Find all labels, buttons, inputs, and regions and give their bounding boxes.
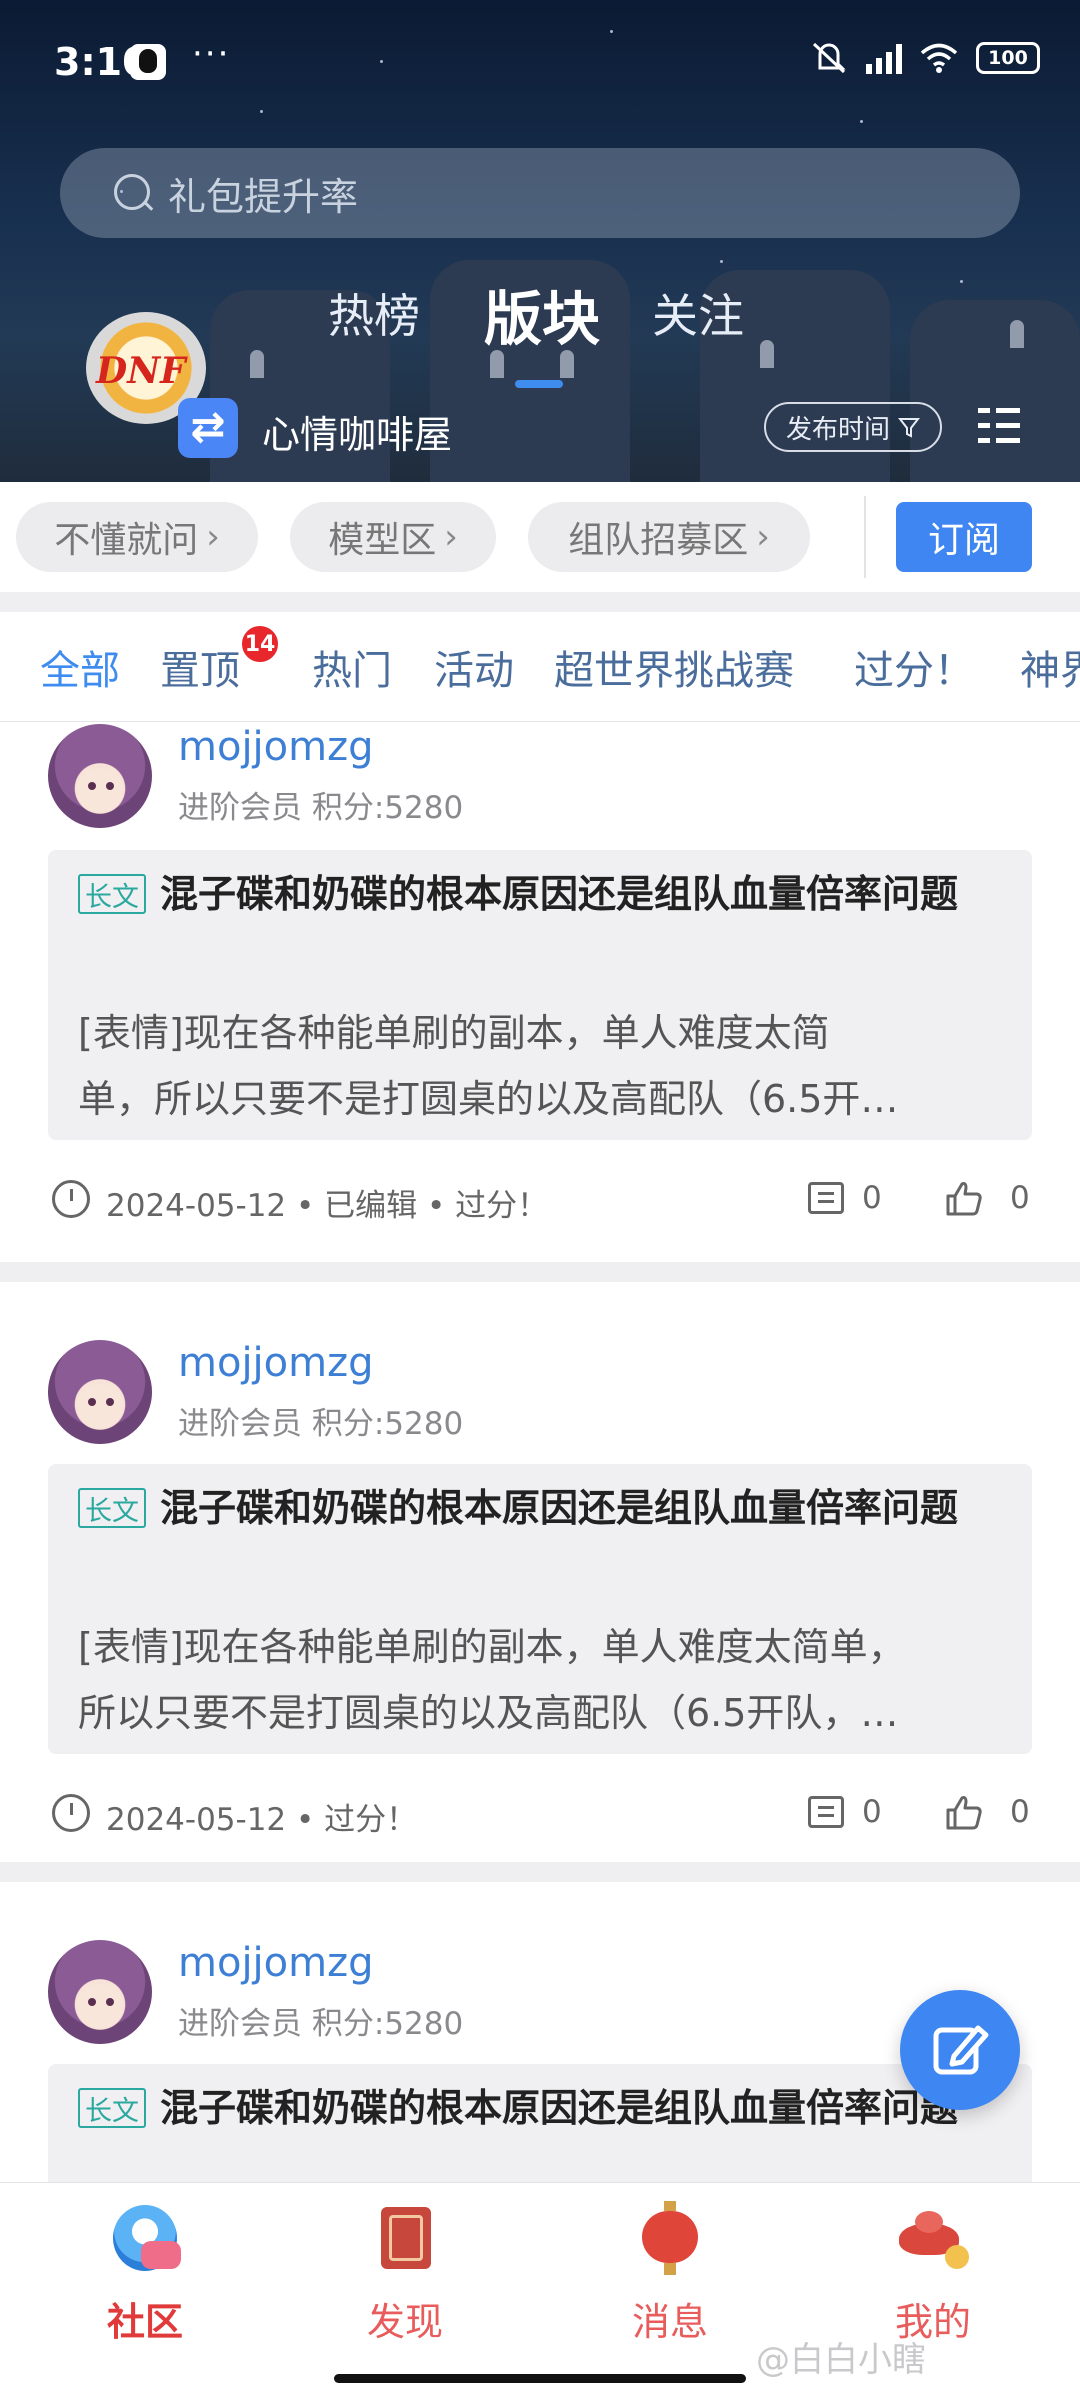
user-meta: 进阶会员 积分:5280 (178, 1406, 464, 1442)
sort-label: 发布时间 (785, 414, 890, 445)
comment-icon[interactable] (808, 1796, 844, 1828)
post-card[interactable]: mojjomzg 进阶会员 积分:5280 长文 混子碟和奶碟的根本原因还是组队… (0, 1282, 1080, 1862)
pinned-count-badge: 14 (240, 624, 280, 664)
comment-icon[interactable] (808, 1182, 844, 1214)
comment-count: 0 (862, 1180, 882, 1216)
like-icon[interactable] (944, 1178, 984, 1218)
like-icon[interactable] (944, 1792, 984, 1832)
comment-count: 0 (862, 1794, 882, 1830)
post-footer: 2024-05-12 • 已编辑 • 过分！ 0 0 (48, 1168, 1032, 1228)
post-content[interactable]: 长文 混子碟和奶碟的根本原因还是组队血量倍率问题 [表情]现在各种能单刷的副本，… (48, 850, 1032, 1140)
chevron-right-icon: › (444, 517, 458, 557)
username[interactable]: mojjomzg (178, 1940, 374, 1986)
qq-notification-icon (130, 44, 166, 80)
list-layout-icon[interactable] (978, 406, 1020, 446)
gold-ingot-icon (895, 2201, 971, 2277)
category-tabs: 全部 置顶 14 热门 活动 超世界挑战赛 过分！ 神界 (0, 612, 1080, 722)
tab-hot[interactable]: 热榜 (328, 280, 420, 346)
active-tab-indicator (515, 380, 563, 388)
post-date-info: 2024-05-12 • 已编辑 • 过分！ (106, 1188, 549, 1224)
sort-by-time-button[interactable]: 发布时间 (764, 402, 942, 452)
post-card[interactable]: mojjomzg 进阶会员 积分:5280 长文 混子碟和奶碟的根本原因还是组队… (0, 722, 1080, 1262)
battery-icon: 100 (976, 42, 1040, 74)
community-mascot-icon (107, 2201, 183, 2277)
like-count: 0 (1010, 1794, 1030, 1830)
switch-board-icon[interactable]: ⇄ (178, 398, 238, 458)
status-bar: 3:10 ··· 100 (0, 0, 1080, 130)
category-hot[interactable]: 热门 (312, 638, 392, 696)
subscribe-button[interactable]: 订阅 (896, 502, 1032, 572)
clock-icon (52, 1180, 90, 1218)
divider (864, 496, 866, 578)
chevron-right-icon: › (756, 517, 770, 557)
mute-icon (812, 42, 846, 74)
user-meta: 进阶会员 积分:5280 (178, 790, 464, 826)
user-meta: 进阶会员 积分:5280 (178, 2006, 464, 2042)
chevron-right-icon: › (206, 517, 220, 557)
wifi-icon (920, 43, 958, 73)
search-placeholder: 礼包提升率 (168, 174, 359, 219)
search-bar[interactable]: 礼包提升率 (60, 148, 1020, 238)
avatar[interactable] (48, 1340, 152, 1444)
filter-icon (898, 418, 920, 438)
search-icon (112, 172, 154, 214)
post-title: 混子碟和奶碟的根本原因还是组队血量倍率问题 (160, 1486, 959, 1530)
board-name: 心情咖啡屋 (262, 413, 453, 457)
post-content[interactable]: 长文 混子碟和奶碟的根本原因还是组队血量倍率问题 (48, 2064, 1032, 2182)
post-title: 混子碟和奶碟的根本原因还是组队血量倍率问题 (160, 872, 959, 916)
avatar[interactable] (48, 1940, 152, 2044)
post-excerpt: [表情]现在各种能单刷的副本，单人难度太简单， 所以只要不是打圆桌的以及高配队（… (78, 1625, 906, 1735)
nav-discover[interactable]: 发现 (305, 2201, 505, 2346)
clock-icon (52, 1794, 90, 1832)
category-pinned[interactable]: 置顶 (160, 638, 240, 696)
category-challenge[interactable]: 超世界挑战赛 (554, 638, 794, 696)
category-too-much[interactable]: 过分！ (854, 638, 974, 696)
post-excerpt: [表情]现在各种能单刷的副本，单人难度太简 单，所以只要不是打圆桌的以及高配队（… (78, 1011, 899, 1121)
quick-link-models[interactable]: 模型区 › (290, 502, 496, 572)
nav-profile[interactable]: 我的 (833, 2201, 1033, 2346)
tab-boards[interactable]: 版块 (484, 272, 600, 356)
tab-following[interactable]: 关注 (652, 280, 744, 346)
post-feed: mojjomzg 进阶会员 积分:5280 长文 混子碟和奶碟的根本原因还是组队… (0, 722, 1080, 2182)
home-indicator[interactable] (334, 2374, 746, 2383)
like-count: 0 (1010, 1180, 1030, 1216)
compose-post-button[interactable] (900, 1990, 1020, 2110)
nav-messages[interactable]: 消息 (570, 2201, 770, 2346)
post-title: 混子碟和奶碟的根本原因还是组队血量倍率问题 (160, 2086, 959, 2130)
quick-link-questions[interactable]: 不懂就问 › (16, 502, 258, 572)
category-events[interactable]: 活动 (434, 638, 514, 696)
post-content[interactable]: 长文 混子碟和奶碟的根本原因还是组队血量倍率问题 [表情]现在各种能单刷的副本，… (48, 1464, 1032, 1754)
category-divine[interactable]: 神界 (1020, 638, 1080, 696)
avatar[interactable] (48, 724, 152, 828)
username[interactable]: mojjomzg (178, 1340, 374, 1386)
signal-icon (866, 42, 902, 74)
lantern-icon (632, 2201, 708, 2277)
post-date-info: 2024-05-12 • 过分！ (106, 1802, 418, 1838)
post-footer: 2024-05-12 • 过分！ 0 0 (48, 1782, 1032, 1842)
dragon-scroll-icon (367, 2201, 443, 2277)
quick-links-row: 不懂就问 › 模型区 › 组队招募区 › 订阅 (0, 482, 1080, 592)
quick-link-team-recruit[interactable]: 组队招募区 › (528, 502, 810, 572)
more-notifications-icon: ··· (192, 34, 231, 74)
watermark: @白白小瞎 (756, 2340, 926, 2380)
nav-community[interactable]: 社区 (45, 2201, 245, 2346)
username[interactable]: mojjomzg (178, 724, 374, 770)
category-all[interactable]: 全部 (40, 638, 120, 696)
edit-icon (933, 2025, 989, 2075)
